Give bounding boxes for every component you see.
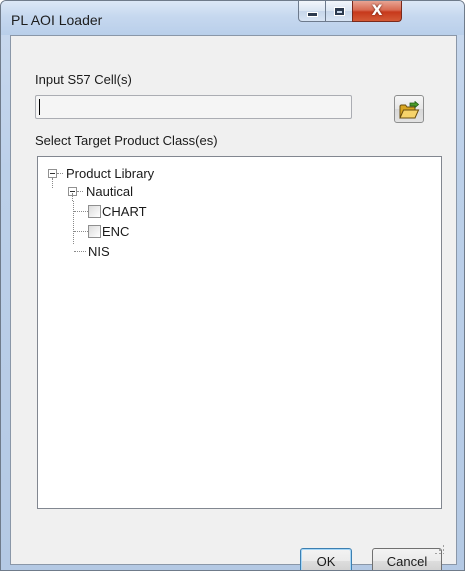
product-tree[interactable]: Product Library Nautical CHART ENC NIS	[37, 156, 442, 509]
tree-node-chart[interactable]: CHART	[74, 202, 147, 220]
input-cells-field[interactable]	[35, 95, 352, 119]
target-classes-label: Select Target Product Class(es)	[35, 133, 218, 148]
close-icon: X	[371, 3, 383, 19]
enc-checkbox[interactable]	[88, 224, 101, 238]
tree-connector	[52, 178, 53, 188]
maximize-icon	[333, 6, 345, 16]
close-button[interactable]: X	[352, 1, 402, 22]
tree-node-label: Product Library	[66, 165, 155, 181]
tree-connector	[74, 210, 88, 212]
tree-node-label: NIS	[88, 243, 110, 259]
tree-node-nis[interactable]: NIS	[74, 242, 110, 260]
chart-checkbox[interactable]	[88, 204, 101, 218]
title-bar[interactable]: PL AOI Loader X	[1, 1, 464, 35]
folder-open-icon	[399, 100, 420, 118]
dialog-client-area: Input S57 Cell(s) Select Target Product …	[10, 35, 457, 570]
tree-node-root[interactable]: Product Library	[48, 164, 154, 182]
dialog-window: PL AOI Loader X Input S57 Cell(s) Select…	[0, 0, 465, 571]
window-title: PL AOI Loader	[11, 12, 103, 28]
ok-button[interactable]: OK	[300, 548, 352, 570]
cancel-button[interactable]: Cancel	[372, 548, 442, 570]
tree-node-label: ENC	[102, 223, 130, 239]
minimize-button[interactable]	[298, 1, 326, 22]
tree-connector	[77, 190, 83, 192]
tree-node-label: CHART	[102, 203, 147, 219]
maximize-button[interactable]	[325, 1, 353, 22]
minimize-icon	[307, 13, 317, 16]
tree-connector	[74, 250, 86, 252]
tree-node-nautical[interactable]: Nautical	[68, 182, 133, 200]
tree-connector	[72, 193, 73, 201]
tree-node-enc[interactable]: ENC	[74, 222, 129, 240]
text-caret	[39, 99, 40, 115]
collapse-icon[interactable]	[48, 168, 57, 178]
tree-connector	[57, 172, 63, 174]
browse-button[interactable]	[394, 95, 424, 123]
tree-node-label: Nautical	[86, 183, 133, 199]
tree-connector	[74, 230, 88, 232]
input-cells-label: Input S57 Cell(s)	[35, 72, 132, 87]
